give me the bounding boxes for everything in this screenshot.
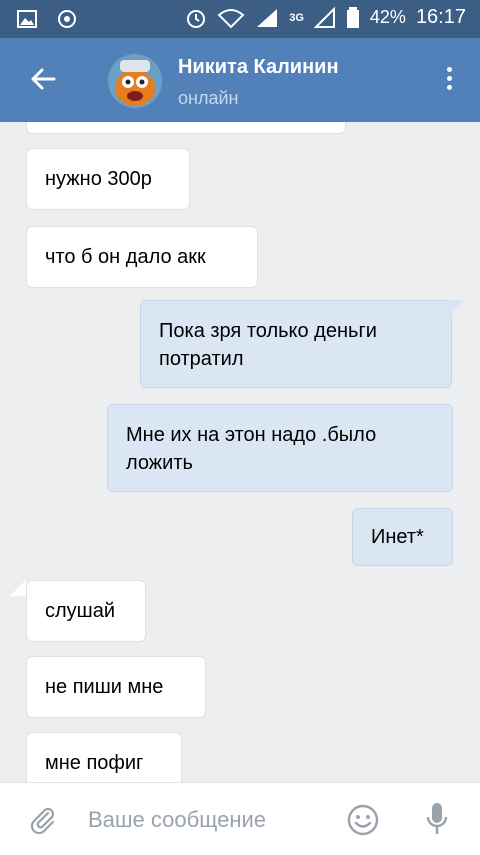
- back-arrow-icon[interactable]: [26, 62, 60, 96]
- message-text: нужно 300р: [45, 168, 152, 190]
- message-bubble-outgoing[interactable]: Мне их на этон надо .было ложить: [107, 404, 453, 492]
- message-bubble-incoming[interactable]: что б он дало акк: [26, 226, 258, 288]
- message-composer: [0, 782, 480, 855]
- alarm-icon: [187, 9, 206, 28]
- signal-icon: [313, 6, 335, 28]
- message-bubble-incoming[interactable]: слушай: [26, 580, 146, 642]
- message-bubble-outgoing[interactable]: Инет*: [352, 508, 453, 566]
- battery-icon: [346, 6, 359, 28]
- chat-header: Никита Калинин онлайн: [0, 38, 480, 122]
- message-bubble-outgoing[interactable]: Пока зря только деньги потратил: [140, 300, 452, 388]
- signal-icon: [257, 8, 278, 27]
- wifi-icon: [217, 8, 245, 28]
- message-text: что б он дало акк: [45, 246, 206, 268]
- message-text: Мне их на этон надо .было ложить: [126, 424, 377, 474]
- message-bubble-incoming[interactable]: [26, 122, 346, 134]
- avatar-image: [108, 54, 162, 108]
- message-bubble-incoming[interactable]: мне пофиг: [26, 732, 182, 782]
- avatar[interactable]: [108, 54, 162, 108]
- emoji-icon[interactable]: [346, 803, 380, 837]
- microphone-icon[interactable]: [424, 801, 450, 837]
- location-icon: [58, 10, 76, 28]
- message-text: слушай: [45, 600, 116, 622]
- message-text: Пока зря только деньги потратил: [159, 320, 377, 370]
- bubble-tail: [451, 300, 465, 314]
- message-bubble-incoming[interactable]: не пиши мне: [26, 656, 206, 718]
- more-menu-icon[interactable]: [444, 64, 454, 98]
- message-bubble-incoming[interactable]: нужно 300р: [26, 148, 190, 210]
- message-text: мне пофиг: [45, 752, 144, 774]
- message-list[interactable]: нужно 300р что б он дало акк Пока зря то…: [0, 122, 480, 782]
- contact-name[interactable]: Никита Калинин: [178, 56, 339, 79]
- attach-paperclip-icon[interactable]: [28, 805, 58, 835]
- network-type-label: 3G: [289, 11, 304, 24]
- contact-status: онлайн: [178, 88, 239, 108]
- status-bar: 3G 42% 16:17: [0, 0, 480, 38]
- message-input[interactable]: [86, 801, 340, 839]
- message-text: не пиши мне: [45, 676, 164, 698]
- bubble-tail: [10, 580, 26, 596]
- message-text: Инет*: [371, 526, 424, 548]
- gallery-icon: [17, 10, 37, 28]
- battery-percent: 42%: [369, 7, 406, 27]
- clock-time: 16:17: [415, 6, 466, 28]
